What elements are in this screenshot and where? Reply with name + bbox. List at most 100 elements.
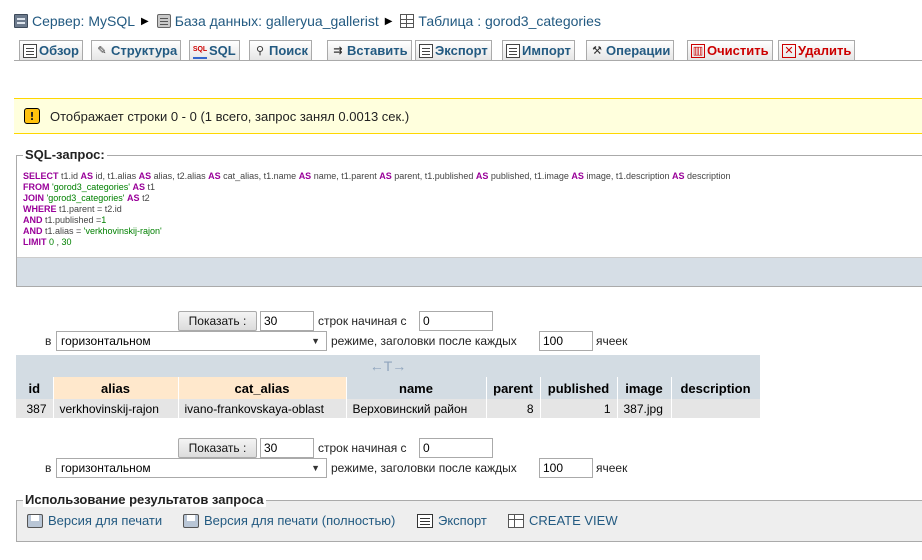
cell-image[interactable]: 387.jpg xyxy=(617,399,672,418)
tab-label: Удалить xyxy=(798,43,852,58)
results-table: ←T→ id alias cat_alias name parent publi… xyxy=(16,355,761,418)
display-mode-select[interactable]: горизонтальном ▼ xyxy=(56,458,327,478)
print-view-full-link[interactable]: Версия для печати (полностью) xyxy=(183,513,395,528)
column-header-cat-alias[interactable]: cat_alias xyxy=(178,377,347,399)
results-grid: id alias cat_alias name parent published… xyxy=(16,377,761,418)
mode-label: режиме, заголовки после каждых xyxy=(331,334,517,348)
cell-name[interactable]: Верховинский район xyxy=(346,399,487,418)
display-mode-value: горизонтальном xyxy=(61,461,151,475)
sql-line-select: SELECT t1.id AS id, t1.alias AS alias, t… xyxy=(23,171,731,181)
sql-legend: SQL-запрос: xyxy=(23,147,107,162)
cell-published[interactable]: 1 xyxy=(540,399,618,418)
sql-line-and-alias: AND t1.alias = 'verkhovinskij-rajon' xyxy=(23,226,162,236)
breadcrumb-database-link[interactable]: База данных: galleryua_gallerist xyxy=(175,13,379,29)
breadcrumb-separator-icon: ▶ xyxy=(141,15,149,27)
in-label: в xyxy=(45,461,52,475)
cell-cat-alias[interactable]: ivano-frankovskaya-oblast xyxy=(178,399,347,418)
tab-search[interactable]: ⚲ Поиск xyxy=(249,40,313,60)
tab-bar: Обзор ✎ Структура SQL SQL ⚲ Поиск ⇉ Вставить… xyxy=(14,40,922,61)
repeat-headers-input[interactable] xyxy=(539,331,593,351)
tab-browse[interactable]: Обзор xyxy=(19,40,83,60)
column-header-description[interactable]: description xyxy=(671,377,761,399)
rows-count-input[interactable] xyxy=(260,438,314,458)
insert-icon: ⇉ xyxy=(333,44,343,57)
column-header-id[interactable]: id xyxy=(16,377,54,399)
tab-insert[interactable]: ⇉ Вставить xyxy=(327,40,412,60)
start-row-input[interactable] xyxy=(419,311,493,331)
tab-drop[interactable]: ✕ Удалить xyxy=(778,40,856,60)
import-icon xyxy=(506,43,520,58)
cells-label: ячеек xyxy=(596,461,628,475)
tab-export[interactable]: Экспорт xyxy=(415,40,492,60)
create-view-label: CREATE VIEW xyxy=(529,513,618,528)
repeat-headers-input[interactable] xyxy=(539,458,593,478)
cell-parent[interactable]: 8 xyxy=(486,399,541,418)
search-icon: ⚲ xyxy=(255,44,265,57)
success-notice: ! Отображает строки 0 - 0 (1 всего, запр… xyxy=(14,98,922,134)
display-mode-select[interactable]: горизонтальном ▼ xyxy=(56,331,327,351)
sql-action-strip xyxy=(17,257,922,286)
sql-line-join: JOIN 'gorod3_categories' AS t2 xyxy=(23,193,150,203)
create-view-icon xyxy=(508,513,524,528)
cell-description[interactable] xyxy=(671,399,761,418)
sql-code: SELECT t1.id AS id, t1.alias AS alias, t… xyxy=(17,156,922,258)
rows-count-input[interactable] xyxy=(260,311,314,331)
tab-label: Вставить xyxy=(347,43,408,58)
operations-icon: ⚒ xyxy=(592,44,602,57)
sql-query-box: SELECT t1.id AS id, t1.alias AS alias, t… xyxy=(16,147,922,287)
tab-label: SQL xyxy=(209,43,236,58)
tab-import[interactable]: Импорт xyxy=(502,40,575,60)
tab-sql[interactable]: SQL SQL xyxy=(189,40,240,60)
drop-icon: ✕ xyxy=(782,43,796,58)
tab-label: Очистить xyxy=(707,43,769,58)
notice-text: Отображает строки 0 - 0 (1 всего, запрос… xyxy=(50,108,410,124)
export-link[interactable]: Экспорт xyxy=(417,513,487,528)
sql-line-from: FROM 'gorod3_categories' AS t1 xyxy=(23,182,156,192)
show-button[interactable]: Показать : xyxy=(178,311,257,331)
mode-label: режиме, заголовки после каждых xyxy=(331,461,517,475)
tab-label: Структура xyxy=(111,43,178,58)
export-icon xyxy=(419,43,433,58)
navigation-form-top: Показать : строк начиная с в горизонталь… xyxy=(0,310,922,354)
print-view-link[interactable]: Версия для печати xyxy=(27,513,162,528)
start-label: строк начиная с xyxy=(318,314,407,328)
start-row-input[interactable] xyxy=(419,438,493,458)
breadcrumb: Сервер: MySQL ▶ База данных: galleryua_g… xyxy=(14,11,601,31)
in-label: в xyxy=(45,334,52,348)
column-header-image[interactable]: image xyxy=(617,377,672,399)
chevron-down-icon: ▼ xyxy=(311,463,320,473)
server-icon xyxy=(14,14,28,28)
column-header-alias[interactable]: alias xyxy=(53,377,179,399)
breadcrumb-separator-icon: ▶ xyxy=(384,15,393,27)
cell-id[interactable]: 387 xyxy=(16,399,54,418)
tab-structure[interactable]: ✎ Структура xyxy=(91,40,182,60)
cell-alias[interactable]: verkhovinskij-rajon xyxy=(53,399,179,418)
browse-icon xyxy=(23,43,37,58)
sql-line-where: WHERE t1.parent = t2.id xyxy=(23,204,122,214)
column-header-published[interactable]: published xyxy=(540,377,618,399)
table-icon xyxy=(400,14,415,28)
export-label: Экспорт xyxy=(438,513,487,528)
printer-icon xyxy=(27,513,43,528)
tab-empty[interactable]: ▥ Очистить xyxy=(687,40,773,60)
create-view-link[interactable]: CREATE VIEW xyxy=(508,513,618,528)
breadcrumb-table[interactable]: Таблица : gorod3_categories xyxy=(400,13,601,29)
column-toggle-icon[interactable]: ←T→ xyxy=(16,355,760,377)
results-ops-legend: Использование результатов запроса xyxy=(23,492,266,507)
breadcrumb-server-link[interactable]: Сервер: MySQL xyxy=(32,13,135,29)
display-mode-value: горизонтальном xyxy=(61,334,151,348)
sql-icon: SQL xyxy=(193,43,207,59)
tab-label: Экспорт xyxy=(435,43,488,58)
tab-label: Операции xyxy=(606,43,671,58)
column-header-name[interactable]: name xyxy=(346,377,487,399)
start-label: строк начиная с xyxy=(318,441,407,455)
print-view-label: Версия для печати xyxy=(48,513,163,528)
tab-operations[interactable]: ⚒ Операции xyxy=(586,40,675,60)
breadcrumb-database[interactable]: База данных: galleryua_gallerist xyxy=(156,13,379,29)
table-row[interactable]: 387 verkhovinskij-rajon ivano-frankovska… xyxy=(16,399,761,418)
show-button[interactable]: Показать : xyxy=(178,438,257,458)
breadcrumb-table-link[interactable]: Таблица : gorod3_categories xyxy=(418,13,601,29)
column-header-parent[interactable]: parent xyxy=(486,377,541,399)
table-header-row: id alias cat_alias name parent published… xyxy=(16,377,761,399)
breadcrumb-server[interactable]: Сервер: MySQL xyxy=(14,13,135,29)
